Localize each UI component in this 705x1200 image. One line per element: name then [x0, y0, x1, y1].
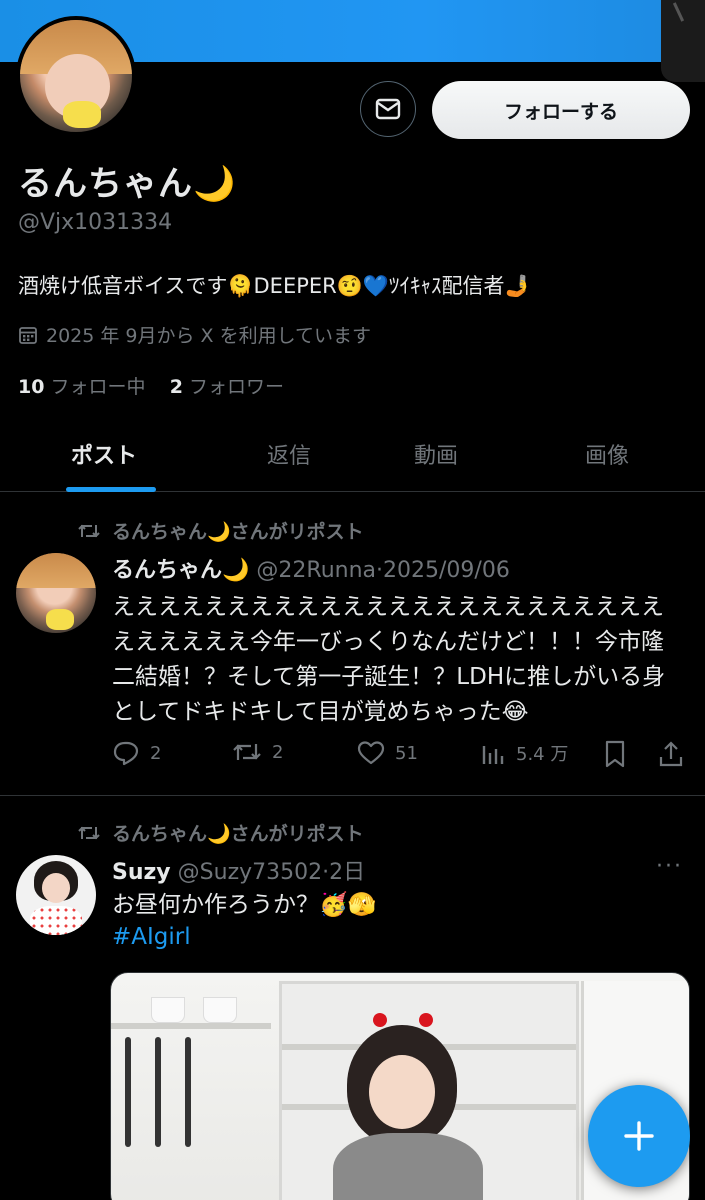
- post-divider: [0, 795, 705, 796]
- bookmark-button[interactable]: [604, 740, 626, 768]
- post-hashtag[interactable]: #AIgirl: [112, 924, 191, 950]
- hair-bow: [373, 1013, 387, 1027]
- active-tab-indicator: [66, 487, 156, 492]
- post-avatar[interactable]: [16, 855, 96, 935]
- followers-label: フォロワー: [188, 376, 284, 398]
- shelf-cup: [203, 997, 237, 1023]
- views-button[interactable]: 5.4 万: [480, 740, 568, 766]
- post-date[interactable]: 2025/09/06: [383, 558, 510, 583]
- calendar-icon: [19, 326, 37, 344]
- repost-button[interactable]: 2: [232, 740, 283, 764]
- message-button[interactable]: [360, 81, 416, 137]
- followers-count: 2: [169, 376, 183, 398]
- repost-indicator: るんちゃん🌙さんがリポスト: [78, 819, 364, 846]
- post-header: Suzy @Suzy73502·2日: [112, 854, 365, 886]
- repost-icon: [78, 524, 100, 537]
- post-author-handle[interactable]: @22Runna: [256, 558, 376, 583]
- more-options-icon[interactable]: ···: [656, 854, 683, 879]
- reply-button[interactable]: 2: [112, 740, 161, 766]
- repost-icon: [78, 826, 100, 839]
- repost-icon: [233, 744, 261, 760]
- post-author-name[interactable]: るんちゃん🌙: [112, 558, 249, 583]
- reply-count: 2: [150, 742, 162, 764]
- following-count: 10: [18, 376, 45, 398]
- follow-stats: 10 フォロー中 2 フォロワー: [18, 372, 284, 399]
- girl-body: [333, 1133, 483, 1200]
- share-icon: [659, 741, 683, 767]
- joined-text: 2025 年 9月から X を利用しています: [46, 325, 372, 347]
- girl-face: [369, 1055, 435, 1129]
- following-link[interactable]: 10 フォロー中: [18, 376, 146, 398]
- repost-count: 2: [272, 741, 284, 763]
- analytics-icon: [482, 746, 504, 764]
- follow-button[interactable]: フォローする: [432, 81, 690, 139]
- tab-images[interactable]: 画像: [585, 438, 629, 470]
- repost-label: るんちゃん🌙さんがリポスト: [112, 521, 364, 543]
- post-text[interactable]: お昼何か作ろうか？🥳🫣: [112, 888, 682, 923]
- kitchen-shelf: [111, 1023, 271, 1029]
- post-text[interactable]: ええええええええええええええええええええええええええええええ今年一びっくりなんだ…: [112, 590, 682, 730]
- envelope-icon: [375, 98, 401, 120]
- profile-avatar[interactable]: [16, 16, 136, 136]
- post-author-handle[interactable]: @Suzy73502: [178, 860, 322, 885]
- avatar-plush: [62, 100, 101, 128]
- avatar-dress: [30, 906, 82, 935]
- like-button[interactable]: 51: [357, 740, 418, 766]
- dot-separator: ·: [376, 558, 384, 583]
- profile-display-name: るんちゃん🌙: [18, 164, 237, 204]
- profile-bio: 酒焼け低音ボイスです🫠DEEPER🤨💙ﾂｲｷｬｽ配信者🤳: [18, 274, 531, 298]
- tab-videos[interactable]: 動画: [414, 438, 458, 470]
- avatar-plush: [46, 609, 74, 630]
- bookmark-icon: [605, 740, 625, 768]
- hanging-utensil: [125, 1037, 131, 1147]
- like-count: 51: [395, 742, 418, 764]
- joined-date: 2025 年 9月から X を利用しています: [18, 321, 371, 348]
- hanging-utensil: [155, 1037, 161, 1147]
- post-actions: 2 2 51 5.4 万: [112, 740, 687, 770]
- repost-label: るんちゃん🌙さんがリポスト: [112, 823, 364, 845]
- avatar-face: [41, 872, 71, 903]
- views-count: 5.4 万: [516, 744, 569, 765]
- avatar-hair: [16, 553, 96, 589]
- heart-icon: [357, 741, 385, 765]
- plus-icon: [624, 1121, 654, 1151]
- compose-button[interactable]: [588, 1085, 690, 1187]
- scroll-handle[interactable]: [661, 0, 705, 82]
- profile-tabs: ポスト 返信 動画 画像: [0, 420, 705, 492]
- tab-replies[interactable]: 返信: [267, 438, 311, 470]
- profile-handle: @Vjx1031334: [18, 210, 173, 235]
- tab-posts[interactable]: ポスト: [71, 438, 137, 470]
- post-author-name[interactable]: Suzy: [112, 860, 171, 885]
- hair-bow: [419, 1013, 433, 1027]
- repost-indicator: るんちゃん🌙さんがリポスト: [78, 517, 364, 544]
- following-label: フォロー中: [50, 376, 146, 398]
- post-header: るんちゃん🌙 @22Runna·2025/09/06: [112, 552, 510, 584]
- reply-icon: [113, 741, 139, 766]
- shelf-cup: [151, 997, 185, 1023]
- post-date[interactable]: 2日: [329, 860, 365, 885]
- share-button[interactable]: [658, 740, 684, 768]
- post-avatar[interactable]: [16, 553, 96, 633]
- followers-link[interactable]: 2 フォロワー: [170, 376, 284, 398]
- hanging-utensil: [185, 1037, 191, 1147]
